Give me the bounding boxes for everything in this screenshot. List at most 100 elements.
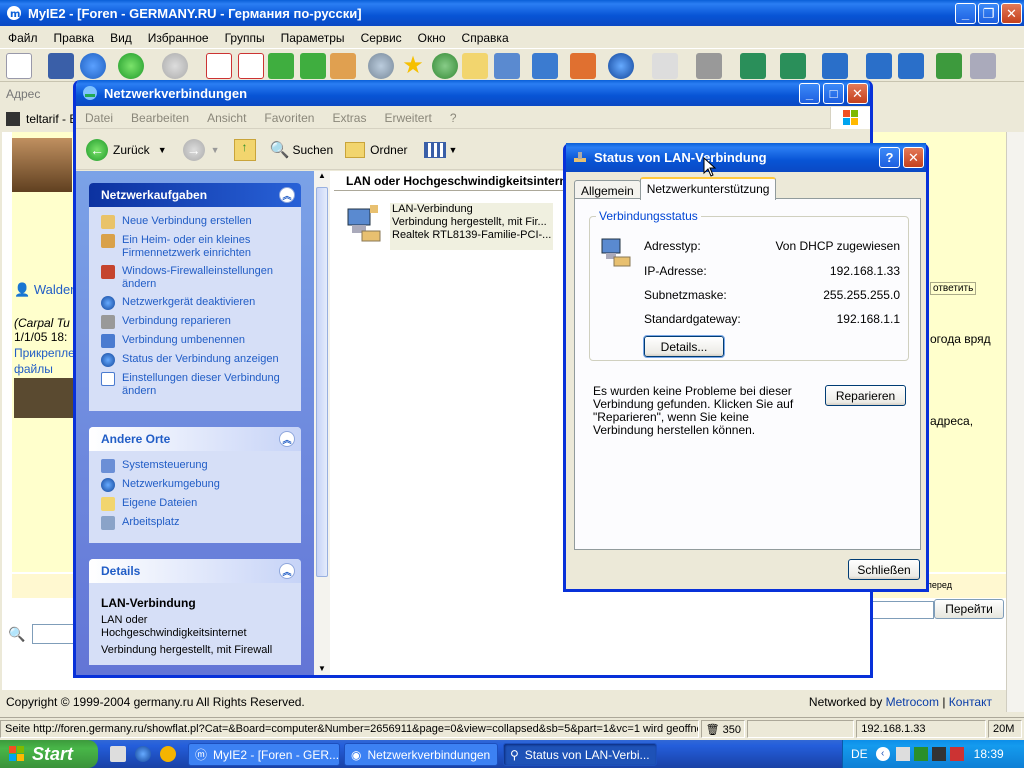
menu-options[interactable]: Параметры xyxy=(273,31,353,45)
menu-favoriten[interactable]: Favoriten xyxy=(255,111,323,125)
page-scrollbar[interactable] xyxy=(1006,132,1024,712)
tray-security-icon[interactable] xyxy=(949,747,964,761)
menu-ansicht[interactable]: Ansicht xyxy=(198,111,255,125)
explorer-close-button[interactable]: ✕ xyxy=(847,83,868,104)
chevron-down-icon[interactable]: ▼ xyxy=(158,145,167,155)
globe-icon[interactable] xyxy=(80,53,106,79)
task-rename[interactable]: Verbindung umbenennen xyxy=(101,334,291,348)
search-button[interactable]: 🔍 Suchen xyxy=(270,140,334,160)
menu-tools[interactable]: Сервис xyxy=(353,31,410,45)
place-my-computer[interactable]: Arbeitsplatz xyxy=(101,516,291,530)
place-network-neighborhood[interactable]: Netzwerkumgebung xyxy=(101,478,291,492)
history-icon[interactable] xyxy=(432,53,458,79)
repair-button[interactable]: Reparieren xyxy=(825,385,906,406)
stop-all-icon[interactable] xyxy=(238,53,264,79)
task-network-connections[interactable]: ◉ Netzwerkverbindungen xyxy=(344,743,498,766)
tray-expand-icon[interactable]: ‹ xyxy=(875,747,890,761)
menu-edit[interactable]: Правка xyxy=(46,31,103,45)
network-tasks-header[interactable]: Netzwerkaufgaben ︽ xyxy=(89,183,301,207)
forward-arrow-icon[interactable] xyxy=(162,53,188,79)
back-arrow-icon[interactable] xyxy=(118,53,144,79)
forum-attach-2[interactable]: файлы xyxy=(14,362,53,376)
task-repair[interactable]: Verbindung reparieren xyxy=(101,315,291,329)
kontakt-link[interactable]: Контакт xyxy=(949,695,992,709)
tab-general[interactable]: Allgemein xyxy=(574,180,641,200)
download-icon[interactable] xyxy=(780,53,806,79)
menu-bearbeiten[interactable]: Bearbeiten xyxy=(122,111,198,125)
forum-attach-1[interactable]: Прикрепле xyxy=(14,346,75,360)
task-show-status[interactable]: Status der Verbindung anzeigen xyxy=(101,353,291,367)
page-icon[interactable] xyxy=(494,53,520,79)
menu-view[interactable]: Вид xyxy=(102,31,140,45)
task-firewall[interactable]: Windows-Firewalleinstellungen ändern xyxy=(101,265,291,291)
start-button[interactable]: Start xyxy=(0,740,98,768)
task-pane-scrollbar[interactable]: ▲ ▼ xyxy=(314,171,330,675)
menu-erweitert[interactable]: Erweitert xyxy=(375,111,440,125)
menu-help-q[interactable]: ? xyxy=(441,111,466,125)
collapse-icon[interactable]: ︽ xyxy=(279,431,295,447)
scroll-down-icon[interactable]: ▼ xyxy=(314,664,330,673)
task-disable-device[interactable]: Netzwerkgerät deaktivieren xyxy=(101,296,291,310)
place-my-documents[interactable]: Eigene Dateien xyxy=(101,497,291,511)
task-change-settings[interactable]: Einstellungen dieser Verbindung ändern xyxy=(101,372,291,398)
chevron-down-icon[interactable]: ▼ xyxy=(449,145,458,155)
details-button[interactable]: Details... xyxy=(643,335,725,358)
dialog-close-action-button[interactable]: Schließen xyxy=(848,559,920,580)
tray-app-icon[interactable] xyxy=(895,747,910,761)
task-myie2[interactable]: ⓜ MyIE2 - [Foren - GER... xyxy=(188,743,340,766)
folders-button[interactable]: Ordner xyxy=(345,141,408,158)
edit-icon[interactable] xyxy=(936,53,962,79)
task-new-connection[interactable]: Neue Verbindung erstellen xyxy=(101,215,291,229)
maximize-page-icon[interactable] xyxy=(866,53,892,79)
details-header[interactable]: Details ︽ xyxy=(89,559,301,583)
explorer-maximize-button[interactable]: □ xyxy=(823,83,844,104)
print-icon[interactable] xyxy=(696,53,722,79)
explorer-minimize-button[interactable]: _ xyxy=(799,83,820,104)
clock[interactable]: 18:39 xyxy=(974,747,1004,761)
quicklaunch-media-icon[interactable] xyxy=(160,746,176,762)
quicklaunch-ie-icon[interactable] xyxy=(135,746,151,762)
translate-icon[interactable] xyxy=(570,53,596,79)
tray-monitor-icon[interactable] xyxy=(931,747,946,761)
place-control-panel[interactable]: Systemsteuerung xyxy=(101,459,291,473)
menu-file[interactable]: Файл xyxy=(0,31,46,45)
reply-button[interactable]: ответить xyxy=(930,282,977,295)
scroll-up-icon[interactable]: ▲ xyxy=(314,171,330,185)
home-icon[interactable] xyxy=(330,53,356,79)
font-icon[interactable] xyxy=(532,53,558,79)
task-home-network[interactable]: Ein Heim- oder ein kleines Firmennetzwer… xyxy=(101,234,291,260)
quicklaunch-desktop-icon[interactable] xyxy=(110,746,126,762)
stop-icon[interactable] xyxy=(206,53,232,79)
undo-icon[interactable] xyxy=(822,53,848,79)
favorites-star-icon[interactable]: ★ xyxy=(400,53,426,79)
language-indicator[interactable]: DE xyxy=(851,747,868,761)
minimize-button[interactable]: _ xyxy=(955,3,976,24)
world-icon[interactable] xyxy=(608,53,634,79)
menu-datei[interactable]: Datei xyxy=(76,111,122,125)
restore-button[interactable]: ❐ xyxy=(978,3,999,24)
go-button[interactable]: Перейти xyxy=(934,599,1004,619)
mail-icon[interactable] xyxy=(652,53,678,79)
settings-icon[interactable] xyxy=(970,53,996,79)
metrocom-link[interactable]: Metrocom xyxy=(886,695,939,709)
back-button[interactable]: ← Zurück ▼ xyxy=(86,138,167,161)
views-button[interactable]: ▼ xyxy=(423,141,458,158)
collapse-icon[interactable]: ︽ xyxy=(279,187,295,203)
menu-groups[interactable]: Группы xyxy=(217,31,273,45)
scroll-thumb[interactable] xyxy=(316,187,328,577)
next-link[interactable]: перед xyxy=(927,580,952,590)
fullscreen-icon[interactable] xyxy=(740,53,766,79)
help-button[interactable]: ? xyxy=(879,147,900,168)
other-places-header[interactable]: Andere Orte ︽ xyxy=(89,427,301,451)
forum-user[interactable]: 👤 Walder xyxy=(14,282,75,298)
folder-icon[interactable] xyxy=(462,53,488,79)
tray-network-icon[interactable] xyxy=(913,747,928,761)
task-lan-status[interactable]: ⚲ Status von LAN-Verbi... xyxy=(503,743,657,766)
menu-extras[interactable]: Extras xyxy=(323,111,375,125)
refresh-icon[interactable] xyxy=(268,53,294,79)
chevron-down-icon[interactable]: ▼ xyxy=(211,145,220,155)
menu-window[interactable]: Окно xyxy=(410,31,454,45)
menu-favorites[interactable]: Избранное xyxy=(140,31,217,45)
tab-network-support[interactable]: Netzwerkunterstützung xyxy=(639,177,777,200)
search-icon[interactable] xyxy=(368,53,394,79)
